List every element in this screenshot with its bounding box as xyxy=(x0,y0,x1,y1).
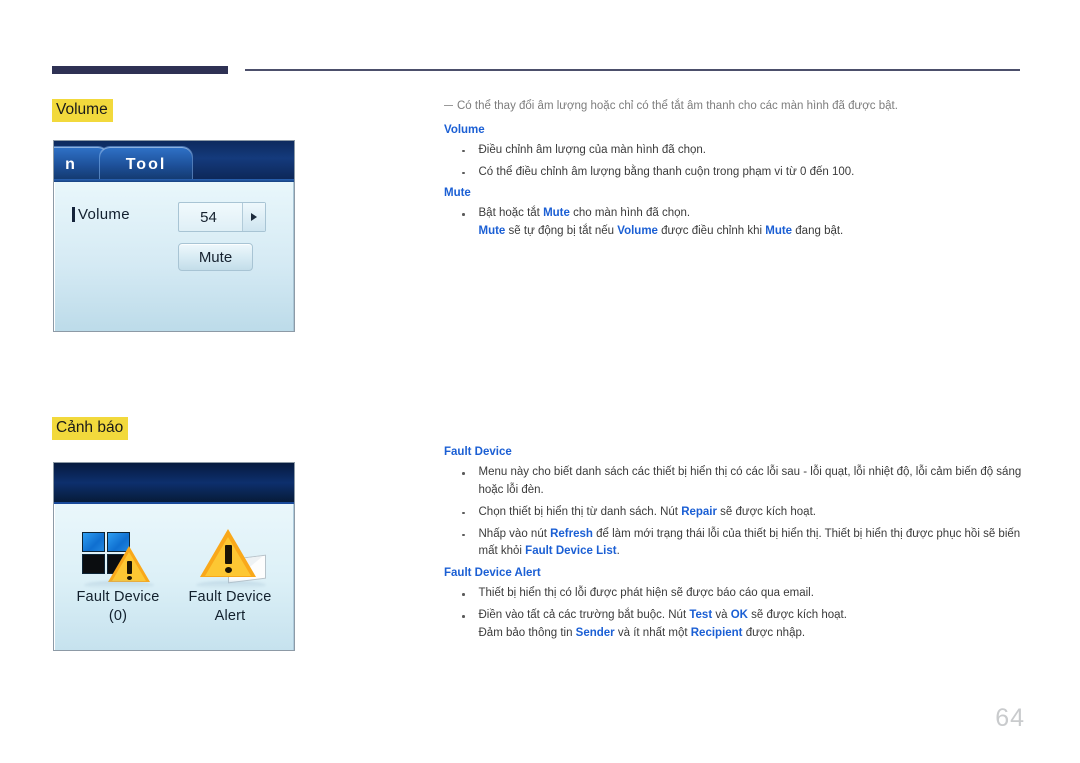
bullet-dot-icon xyxy=(462,213,465,216)
keyword-mute: Mute xyxy=(543,207,570,220)
header-rule-thick xyxy=(52,66,228,74)
keyword-recipient: Recipient xyxy=(690,626,743,639)
page-number: 64 xyxy=(995,704,1025,732)
bullet-dot-icon xyxy=(462,615,465,618)
fault-device-alert-item[interactable]: Fault Device Alert xyxy=(176,526,284,625)
keyword-mute: Mute xyxy=(478,225,506,238)
volume-increase-button[interactable] xyxy=(242,203,265,231)
volume-value: 54 xyxy=(200,208,217,226)
subhead-fault-device-alert: Fault Device Alert xyxy=(444,567,541,580)
fault-device-label-line1: Fault Device xyxy=(76,589,160,605)
header-rule-thin xyxy=(245,69,1020,71)
bullet-fault-refresh: Nhấp vào nút Refresh để làm mới trạng th… xyxy=(444,526,1024,562)
monitor-cell xyxy=(82,532,105,552)
mute-line2-mid1: sẽ tự động bị tắt nếu xyxy=(505,225,618,238)
exclamation-dot-icon xyxy=(127,576,132,580)
fault-device-alert-label-line1: Fault Device xyxy=(188,589,272,605)
bullet-text: Bật hoặc tắt Mute cho màn hình đã chọn. … xyxy=(479,205,1025,241)
fields-line1-mid: và xyxy=(712,609,731,622)
figure-tabbar: n Tool xyxy=(54,141,294,182)
icon-reflection xyxy=(196,581,266,589)
keyword-sender: Sender xyxy=(575,626,615,639)
volume-field-label: Volume xyxy=(78,206,130,223)
bullet-fault-email: Thiết bị hiển thị có lỗi được phát hiện … xyxy=(444,585,1024,603)
keyword-volume: Volume xyxy=(617,225,658,238)
figure-volume-panel: Volume 54 Mute xyxy=(54,182,294,331)
fields-line1-pre: Điền vào tất cả các trường bắt buộc. Nút xyxy=(478,609,690,622)
subhead-volume: Volume xyxy=(444,123,485,136)
exclamation-dot-icon xyxy=(225,567,232,573)
volume-intro-note: Có thể thay đổi âm lượng hoặc chỉ có thể… xyxy=(444,98,1024,115)
bullet-text: Điền vào tất cả các trường bắt buộc. Nút… xyxy=(479,607,1025,643)
volume-stepper[interactable]: 54 xyxy=(178,202,266,232)
bullet-dot-icon xyxy=(462,511,465,515)
fault-device-label-line2: (0) xyxy=(108,607,128,624)
exclamation-bar-icon xyxy=(127,561,132,574)
icon-reflection xyxy=(84,581,154,589)
tab-tool[interactable]: Tool xyxy=(100,147,192,182)
exclamation-bar-icon xyxy=(225,545,232,564)
keyword-test: Test xyxy=(689,609,713,622)
fields-line1-post: sẽ được kích hoạt. xyxy=(747,609,847,622)
keyword-fault-device-list: Fault Device List xyxy=(525,545,617,558)
keyword-ok: OK xyxy=(730,609,748,622)
volume-intro-text: Có thể thay đổi âm lượng hoặc chỉ có thể… xyxy=(457,100,898,112)
bullet-volume-range: Có thể điều chỉnh âm lượng bằng thanh cu… xyxy=(444,164,1024,182)
keyword-repair: Repair xyxy=(681,505,717,518)
bullet-fault-fields: Điền vào tất cả các trường bắt buộc. Nút… xyxy=(444,607,1024,643)
figure-fault-panel: Fault Device (0) Fault Device Alert xyxy=(54,504,294,650)
mute-button[interactable]: Mute xyxy=(178,243,253,271)
bullet-volume-adjust: Điều chỉnh âm lượng của màn hình đã chọn… xyxy=(444,142,1024,160)
monitor-cell xyxy=(82,554,105,574)
section-heading-canh-bao: Cảnh báo xyxy=(52,417,129,440)
bullet-text: Điều chỉnh âm lượng của màn hình đã chọn… xyxy=(478,143,706,156)
content-column: Có thể thay đổi âm lượng hoặc chỉ có thể… xyxy=(444,98,1024,647)
mute-line2-mid2: được điều chỉnh khi xyxy=(657,225,766,238)
bullet-text: Nhấp vào nút Refresh để làm mới trạng th… xyxy=(479,526,1025,562)
keyword-mute: Mute xyxy=(765,225,793,238)
volume-row: Volume xyxy=(72,206,130,223)
refresh-post: . xyxy=(616,545,620,558)
figure-volume-screenshot: n Tool Volume 54 Mute xyxy=(53,140,295,332)
mute-line1-pre: Bật hoặc tắt xyxy=(478,207,544,220)
bullet-text: Menu này cho biết danh sách các thiết bị… xyxy=(478,466,1022,497)
bullet-text: Chọn thiết bị hiển thị từ danh sách. Nút… xyxy=(479,504,1025,522)
fault-device-alert-label-line2: Alert xyxy=(214,607,246,624)
bullet-dot-icon xyxy=(462,149,465,153)
repair-pre: Chọn thiết bị hiển thị từ danh sách. Nút xyxy=(478,505,682,518)
fault-device-icon xyxy=(72,526,164,589)
subhead-fault-device: Fault Device xyxy=(444,446,512,459)
bullet-fault-list: Menu này cho biết danh sách các thiết bị… xyxy=(444,464,1024,500)
note-dash-icon xyxy=(444,105,453,107)
fields-line2-pre: Đảm bảo thông tin xyxy=(478,626,576,639)
fields-line2-mid: và ít nhất một xyxy=(614,626,691,639)
bullet-text: Có thể điều chỉnh âm lượng bằng thanh cu… xyxy=(478,165,855,178)
refresh-pre: Nhấp vào nút xyxy=(478,527,551,540)
keyword-refresh: Refresh xyxy=(550,527,593,540)
bullet-text: Thiết bị hiển thị có lỗi được phát hiện … xyxy=(478,587,814,600)
figure-fault-device-screenshot: Fault Device (0) Fault Device Alert xyxy=(53,462,295,651)
bullet-dot-icon xyxy=(462,472,465,475)
bullet-dot-icon xyxy=(462,533,465,537)
subhead-mute: Mute xyxy=(444,187,471,200)
bullet-fault-repair: Chọn thiết bị hiển thị từ danh sách. Nút… xyxy=(444,504,1024,522)
mute-line2-post: đang bật. xyxy=(792,225,844,238)
bullet-dot-icon xyxy=(462,593,465,596)
figure-fault-header-bar xyxy=(54,463,294,504)
mute-line1-post: cho màn hình đã chọn. xyxy=(569,207,691,220)
fields-line2-post: được nhập. xyxy=(742,626,806,639)
chevron-right-icon xyxy=(251,213,257,221)
fault-device-alert-icon xyxy=(184,526,276,589)
bullet-mute: Bật hoặc tắt Mute cho màn hình đã chọn. … xyxy=(444,205,1024,241)
fault-device-item[interactable]: Fault Device (0) xyxy=(64,526,172,625)
volume-marker-icon xyxy=(72,207,75,222)
bullet-dot-icon xyxy=(462,171,465,175)
section-heading-volume: Volume xyxy=(52,99,113,122)
repair-post: sẽ được kích hoạt. xyxy=(716,505,816,518)
